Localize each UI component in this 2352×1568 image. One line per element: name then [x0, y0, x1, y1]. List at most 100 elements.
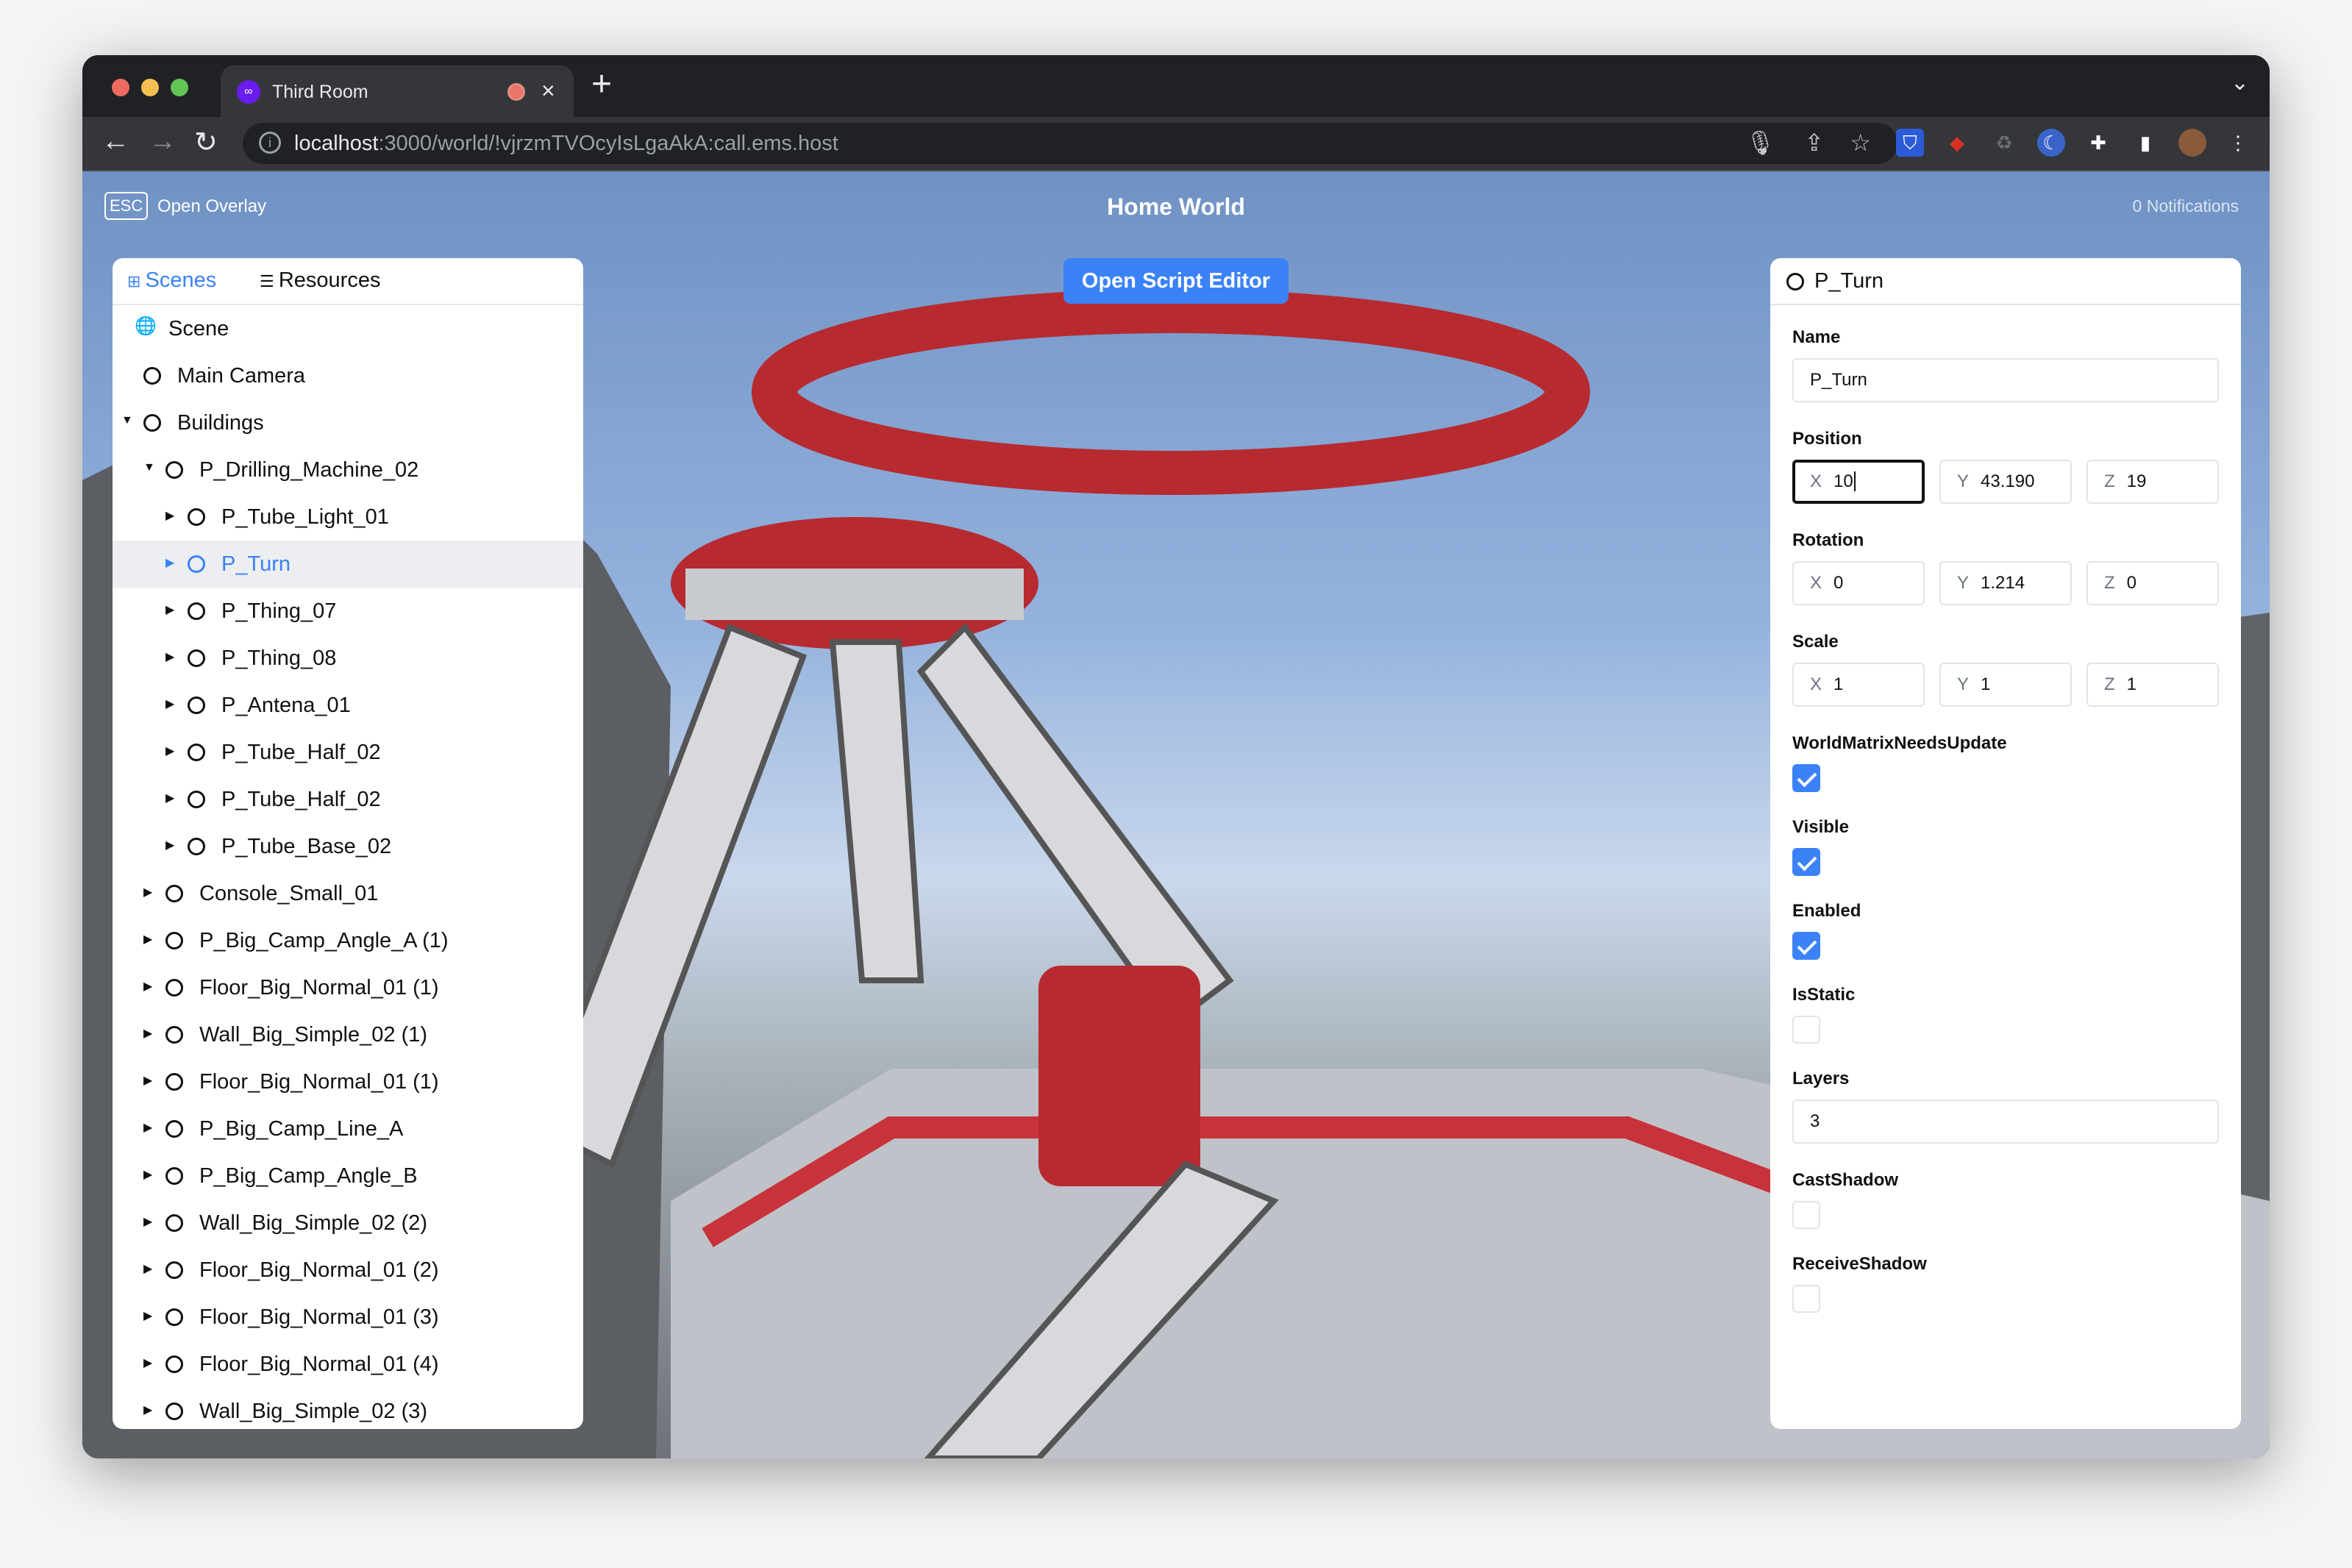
visible-checkbox[interactable] [1792, 848, 1820, 876]
caret-right-icon[interactable]: ▶ [143, 1214, 152, 1229]
browser-tab[interactable]: ∞ Third Room × [221, 65, 574, 117]
world-matrix-checkbox[interactable] [1792, 764, 1820, 792]
caret-right-icon[interactable]: ▶ [143, 979, 152, 994]
tree-item[interactable]: ▼ P_Drilling_Machine_02 [113, 446, 583, 493]
tree-item[interactable]: ▶ Wall_Big_Simple_02 (3) [113, 1388, 583, 1429]
tree-item[interactable]: ▼ Buildings [113, 399, 583, 446]
scale-x-input[interactable]: X1 [1792, 663, 1925, 707]
tree-item[interactable]: ▶ P_Turn [113, 541, 583, 588]
position-z-input[interactable]: Z 19 [2086, 460, 2219, 504]
node-circle-icon [188, 791, 205, 808]
rotation-x-input[interactable]: X0 [1792, 561, 1925, 605]
tab-resources[interactable]: ☰ Resources [260, 268, 380, 293]
caret-right-icon[interactable]: ▶ [143, 1167, 152, 1182]
caret-right-icon[interactable]: ▶ [143, 1403, 152, 1417]
caret-right-icon[interactable]: ▶ [143, 885, 152, 899]
tree-item[interactable]: ▶ Floor_Big_Normal_01 (1) [113, 1058, 583, 1105]
tree-item[interactable]: ▶ P_Tube_Base_02 [113, 823, 583, 870]
tree-item[interactable]: 🌐 Scene [113, 305, 583, 352]
tree-item[interactable]: ▶ P_Tube_Half_02 [113, 776, 583, 823]
more-menu-icon[interactable]: ⋮ [2224, 129, 2252, 157]
caret-down-icon[interactable]: ▼ [143, 461, 155, 474]
recycle-extension-icon[interactable]: ♻ [1990, 129, 2018, 157]
share-icon[interactable]: ⇪ [1804, 129, 1824, 157]
side-panel-icon[interactable]: ▮ [2131, 129, 2159, 157]
url-text[interactable]: localhost:3000/world/!vjrzmTVOcyIsLgaAkA… [294, 132, 838, 156]
cast-shadow-checkbox[interactable] [1792, 1201, 1820, 1229]
profile-avatar[interactable] [2178, 129, 2206, 157]
position-x-input[interactable]: X 10 [1792, 460, 1925, 504]
caret-right-icon[interactable]: ▶ [143, 1120, 152, 1135]
tree-item[interactable]: ▶ P_Tube_Half_02 [113, 729, 583, 776]
tree-item[interactable]: ▶ Floor_Big_Normal_01 (1) [113, 964, 583, 1011]
open-script-editor-button[interactable]: Open Script Editor [1063, 258, 1289, 304]
reload-button[interactable]: ↻ [194, 126, 218, 159]
enabled-checkbox[interactable] [1792, 932, 1820, 960]
caret-right-icon[interactable]: ▶ [143, 1261, 152, 1276]
scale-z-input[interactable]: Z1 [2086, 663, 2219, 707]
node-circle-icon [143, 367, 161, 385]
cast-shadow-label: CastShadow [1792, 1170, 1899, 1190]
tree-item[interactable]: ▶ Wall_Big_Simple_02 (1) [113, 1011, 583, 1058]
tree-item[interactable]: ▶ P_Big_Camp_Angle_B [113, 1152, 583, 1200]
caret-right-icon[interactable]: ▶ [165, 508, 174, 523]
caret-down-icon[interactable]: ▼ [121, 414, 133, 427]
tree-item[interactable]: ▶ Floor_Big_Normal_01 (2) [113, 1247, 583, 1294]
tree-item[interactable]: ▶ Floor_Big_Normal_01 (4) [113, 1341, 583, 1388]
caret-right-icon[interactable]: ▶ [143, 1355, 152, 1370]
layers-input[interactable]: 3 [1792, 1100, 2219, 1144]
receive-shadow-label: ReceiveShadow [1792, 1254, 1927, 1274]
microphone-icon[interactable]: 🎙 [1745, 129, 1775, 157]
inspector-panel: P_Turn Name P_Turn Position X 10 Y 43.190 … [1770, 258, 2241, 1429]
caret-right-icon[interactable]: ▶ [165, 602, 174, 617]
rotation-z-input[interactable]: Z0 [2086, 561, 2219, 605]
caret-right-icon[interactable]: ▶ [165, 791, 174, 805]
notifications-link[interactable]: 0 Notifications [2133, 196, 2239, 216]
night-extension-icon[interactable]: ☾ [2037, 129, 2065, 157]
tree-item[interactable]: ▶ Wall_Big_Simple_02 (2) [113, 1200, 583, 1247]
caret-right-icon[interactable]: ▶ [165, 649, 174, 664]
hierarchy-icon: ⊞ [127, 272, 146, 291]
axis-label: X [1810, 573, 1822, 593]
close-tab-icon[interactable]: × [541, 77, 555, 104]
3d-viewport[interactable]: ESC Open Overlay Home World 0 Notificati… [82, 171, 2270, 1458]
git-extension-icon[interactable]: ◆ [1943, 129, 1971, 157]
address-bar[interactable]: i localhost:3000/world/!vjrzmTVOcyIsLgaA… [243, 123, 1897, 164]
bookmark-star-icon[interactable]: ☆ [1850, 129, 1871, 157]
rotation-y-input[interactable]: Y 1.214 [1939, 561, 2072, 605]
maximize-window-button[interactable] [171, 79, 188, 96]
tab-scenes[interactable]: ⊞ Scenes [127, 268, 216, 293]
tab-search-chevron-icon[interactable]: ⌄ [2231, 70, 2249, 96]
tree-item[interactable]: ▶ P_Big_Camp_Angle_A (1) [113, 917, 583, 964]
tree-item[interactable]: ▶ P_Antena_01 [113, 682, 583, 729]
close-window-button[interactable] [112, 79, 129, 96]
bitwarden-extension-icon[interactable]: ⛉ [1896, 129, 1924, 157]
site-info-icon[interactable]: i [259, 132, 281, 154]
new-tab-button[interactable]: + [591, 64, 612, 104]
tree-item-label: Buildings [177, 411, 264, 435]
caret-right-icon[interactable]: ▶ [143, 1073, 152, 1088]
position-y-input[interactable]: Y 43.190 [1939, 460, 2072, 504]
is-static-checkbox[interactable] [1792, 1016, 1820, 1044]
receive-shadow-checkbox[interactable] [1792, 1285, 1820, 1313]
tree-item[interactable]: ▶ Console_Small_01 [113, 870, 583, 917]
minimize-window-button[interactable] [141, 79, 159, 96]
extensions-puzzle-icon[interactable]: ✚ [2084, 129, 2112, 157]
caret-right-icon[interactable]: ▶ [143, 932, 152, 947]
caret-right-icon[interactable]: ▶ [165, 838, 174, 852]
tree-item[interactable]: ▶ Floor_Big_Normal_01 (3) [113, 1294, 583, 1341]
tree-item[interactable]: Main Camera [113, 352, 583, 399]
name-input[interactable]: P_Turn [1792, 358, 2219, 402]
scale-y-input[interactable]: Y1 [1939, 663, 2072, 707]
tree-item[interactable]: ▶ P_Thing_08 [113, 635, 583, 682]
tree-item[interactable]: ▶ P_Tube_Light_01 [113, 493, 583, 541]
forward-button[interactable]: → [149, 126, 177, 157]
tree-item[interactable]: ▶ P_Thing_07 [113, 588, 583, 635]
tree-item[interactable]: ▶ P_Big_Camp_Line_A [113, 1105, 583, 1152]
caret-right-icon[interactable]: ▶ [143, 1308, 152, 1323]
caret-right-icon[interactable]: ▶ [143, 1026, 152, 1041]
caret-right-icon[interactable]: ▶ [165, 696, 174, 711]
back-button[interactable]: ← [101, 126, 129, 157]
caret-right-icon[interactable]: ▶ [165, 744, 174, 758]
caret-right-icon[interactable]: ▶ [165, 555, 174, 570]
